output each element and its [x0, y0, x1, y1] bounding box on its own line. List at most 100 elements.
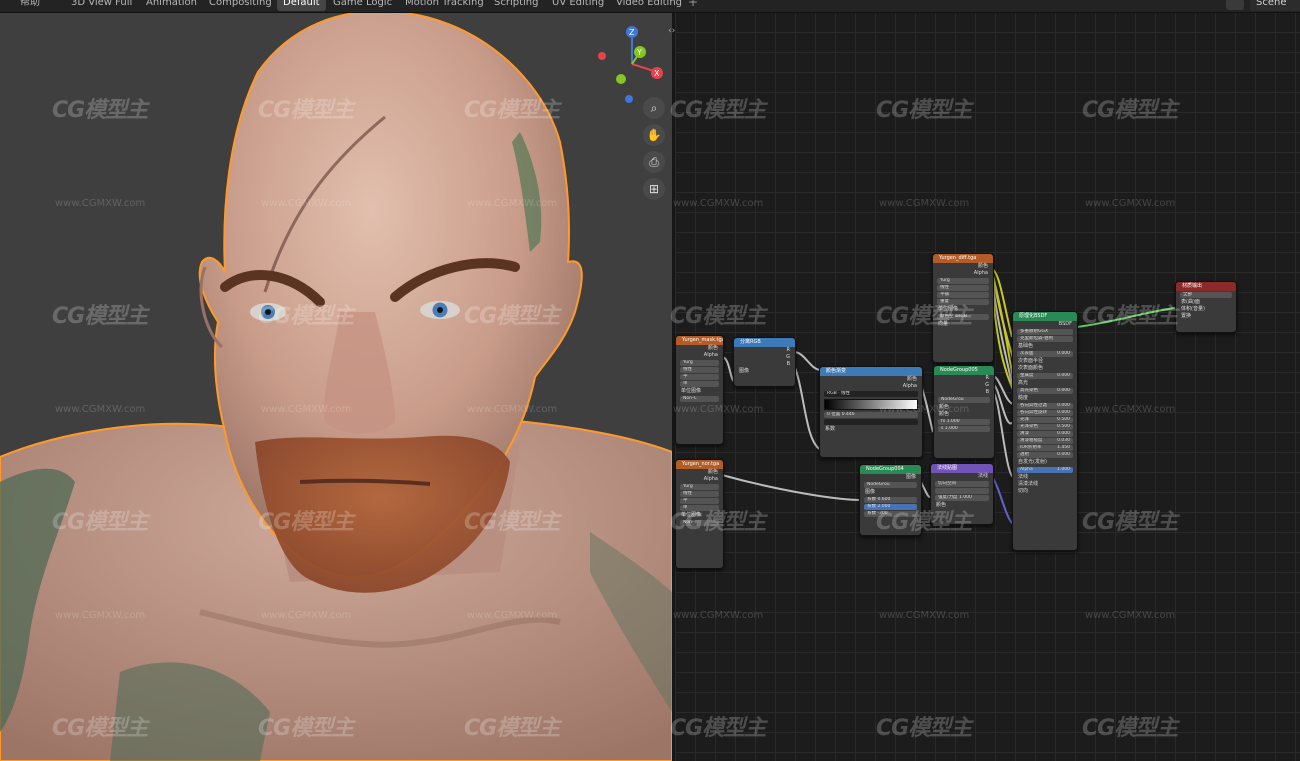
node-header[interactable]: 分离RGB	[734, 338, 795, 347]
material-output-node[interactable]: 材质输出 全部 表(曲)面 体积(音量) 置换	[1175, 281, 1237, 333]
subsurface-method-field[interactable]: 克里斯坦森-伯利	[1017, 336, 1073, 342]
interpolation-field[interactable]: 线性	[937, 285, 989, 291]
bsdf-input-row[interactable]: 自发光(发射)	[1013, 459, 1077, 466]
socket-color[interactable]: 颜色	[931, 502, 993, 509]
colorspace-field[interactable]: Non-	[680, 520, 719, 526]
node-header[interactable]: NodeGroup005	[934, 366, 994, 375]
bsdf-input-row[interactable]: 次表面半径	[1013, 358, 1077, 365]
bsdf-input-row[interactable]: 基础色	[1013, 343, 1077, 350]
target-field[interactable]: 全部	[1180, 292, 1232, 298]
socket-color[interactable]: 颜色	[934, 404, 994, 411]
node-header[interactable]: 材质输出	[1176, 282, 1236, 291]
factor-field-3[interactable]: 系数 -300	[864, 511, 917, 517]
projection-field[interactable]: 平铺	[937, 292, 989, 298]
bsdf-input-row[interactable]: 光泽 0.500	[1017, 417, 1073, 423]
split-arrows-icon[interactable]: ‹›	[668, 26, 675, 36]
projection-field[interactable]: 平	[680, 374, 719, 380]
bsdf-input-row[interactable]: 糙度	[1013, 395, 1077, 402]
socket-alpha[interactable]: Alpha	[676, 476, 723, 483]
image-field[interactable]: Yurg	[937, 278, 989, 284]
bsdf-input-row[interactable]: 次表面 0.000	[1017, 351, 1073, 357]
socket-alpha[interactable]: Alpha	[933, 270, 993, 277]
uv-map-field[interactable]	[935, 488, 989, 494]
tab-default[interactable]: Default	[277, 0, 326, 11]
node-header[interactable]: 颜色渐变	[820, 367, 922, 376]
principled-bsdf-node[interactable]: 原理化BSDF BSDF 多重散射GGX 克里斯坦森-伯利 基础色 次表面 0.0…	[1012, 311, 1078, 551]
grid-icon[interactable]: ⊞	[643, 178, 665, 200]
bsdf-input-row[interactable]: 金属度 0.000	[1017, 373, 1073, 379]
interpolation-field[interactable]: 线性	[680, 491, 719, 497]
bsdf-input-row[interactable]: 次表面颜色	[1013, 365, 1077, 372]
hand-icon[interactable]: ✋	[643, 124, 665, 146]
bsdf-input-row[interactable]: 高光染色 0.000	[1017, 388, 1073, 394]
color-ramp-node[interactable]: 颜色渐变 颜色 Alpha RGB · 线性 0 位置 0.446 系数	[819, 366, 923, 458]
bsdf-input-row[interactable]: 清漆粗糙度 0.030	[1017, 438, 1073, 444]
socket-color[interactable]: 颜色	[934, 411, 994, 418]
socket-g[interactable]: G	[734, 354, 795, 361]
node-header[interactable]: 法线贴图	[931, 464, 993, 473]
factor-field-1[interactable]: 系数 0.600	[864, 497, 917, 503]
socket-displacement[interactable]: 置换	[1176, 313, 1236, 320]
tab-3d-view-full[interactable]: 3D View Full	[65, 0, 138, 11]
socket-color[interactable]: 颜色	[676, 469, 723, 476]
bsdf-input-row[interactable]: 清漆法线	[1013, 481, 1077, 488]
projection-field[interactable]: 平	[680, 498, 719, 504]
node-header[interactable]: Yurgen_nor.tga	[676, 460, 723, 469]
socket-bsdf[interactable]: BSDF	[1013, 321, 1077, 328]
group-datablock-field[interactable]: NodeGrou	[938, 397, 990, 403]
socket-image[interactable]: 图像	[860, 474, 921, 481]
color-ramp-gradient[interactable]	[824, 399, 918, 410]
ramp-mode-row[interactable]: RGB · 线性	[824, 391, 918, 397]
normal-map-node[interactable]: 法线贴图 法线 切向空间 强度/力度 1.000 颜色	[930, 463, 994, 525]
bsdf-input-row[interactable]: 高光	[1013, 380, 1077, 387]
tab-video-editing[interactable]: Video Editing	[610, 0, 688, 11]
colorspace-field[interactable]: 颜色空 sRGB	[937, 314, 989, 320]
strength-field[interactable]: 强度/力度 1.000	[935, 495, 989, 501]
socket-vector[interactable]: 向量	[933, 321, 993, 328]
socket-color[interactable]: 颜色	[933, 263, 993, 270]
tab-scripting[interactable]: Scripting	[488, 0, 544, 11]
socket-volume[interactable]: 体积(音量)	[1176, 306, 1236, 313]
node-header[interactable]: NodeGroup004	[860, 465, 921, 474]
image-texture-node-diffuse[interactable]: Yurgen_diff.tga 颜色 Alpha Yurg 线性 平铺 重复 单…	[932, 253, 994, 363]
bsdf-input-row[interactable]: 法线	[1013, 474, 1077, 481]
colorspace-field[interactable]: Non-C	[680, 396, 719, 402]
bsdf-input-row[interactable]: 各向异性过滤 0.000	[1017, 403, 1073, 409]
image-field[interactable]: Yurg	[680, 484, 719, 490]
node-header[interactable]: Yurgen_diff.tga	[933, 254, 993, 263]
add-workspace-icon[interactable]: +	[688, 0, 698, 8]
node-header[interactable]: Yurgen_mask.tga	[676, 336, 723, 345]
socket-image[interactable]: 图像	[860, 489, 921, 496]
socket-g[interactable]: G	[934, 382, 994, 389]
bsdf-input-row[interactable]: 清漆 0.000	[1017, 431, 1073, 437]
bsdf-input-row[interactable]: 切向	[1013, 488, 1077, 495]
socket-alpha[interactable]: Alpha	[676, 352, 723, 359]
image-field[interactable]: Yurg	[680, 360, 719, 366]
image-texture-node-normal[interactable]: Yurgen_nor.tga 颜色 Alpha Yurg 线性 平 单 单位图像…	[675, 459, 724, 569]
tab-uv-editing[interactable]: UV Editing	[546, 0, 610, 11]
s-field[interactable]: s 1.000	[938, 426, 990, 432]
socket-b[interactable]: B	[734, 361, 795, 368]
distribution-field[interactable]: 多重散射GGX	[1017, 329, 1073, 335]
socket-image[interactable]: 图像	[734, 368, 795, 375]
bsdf-input-row[interactable]: 透射 0.000	[1017, 452, 1073, 458]
socket-r[interactable]: R	[734, 347, 795, 354]
ramp-position-row[interactable]: 0 位置 0.446	[824, 412, 918, 418]
tab-compositing[interactable]: Compositing	[203, 0, 278, 11]
zoom-icon[interactable]: ⌕	[643, 97, 665, 119]
bsdf-input-row[interactable]: Alpha 1.000	[1017, 467, 1073, 473]
3d-viewport[interactable]: Z X Y ⌕ ✋ ⎙ ⊞	[0, 12, 672, 761]
separate-rgb-node[interactable]: 分离RGB R G B 图像	[733, 337, 796, 387]
extension-field[interactable]: 单	[680, 381, 719, 387]
socket-color[interactable]: 颜色	[820, 376, 922, 383]
tab-help[interactable]: 帮助	[14, 0, 46, 11]
ramp-color-swatch[interactable]	[824, 419, 918, 425]
bsdf-input-row[interactable]: 各向异性旋转 0.000	[1017, 410, 1073, 416]
bsdf-input-row[interactable]: IOR折射率 1.450	[1017, 445, 1073, 451]
fx-field[interactable]: fx 1.000	[938, 419, 990, 425]
area-divider[interactable]	[672, 12, 675, 761]
extension-field[interactable]: 重复	[937, 299, 989, 305]
scene-name[interactable]: Scene	[1250, 0, 1300, 11]
socket-alpha[interactable]: Alpha	[820, 383, 922, 390]
node-group-004[interactable]: NodeGroup004 图像 NodeGrou 图像 系数 0.600 系数 …	[859, 464, 922, 536]
